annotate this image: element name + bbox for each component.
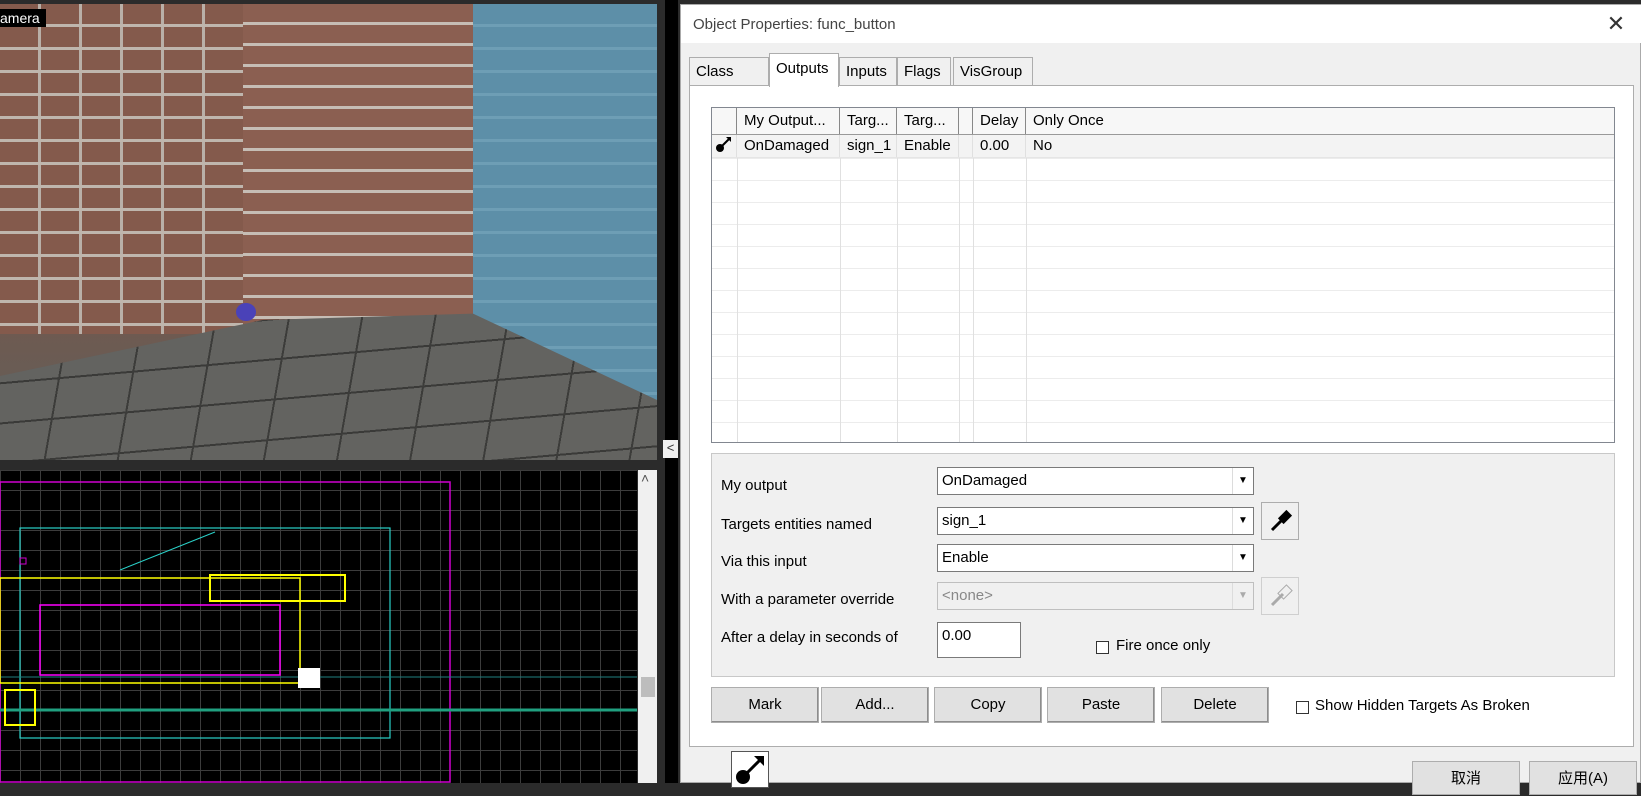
- close-icon[interactable]: ✕: [1603, 11, 1629, 37]
- yellow-brush: [0, 577, 301, 684]
- chevron-down-icon[interactable]: ▼: [1232, 508, 1253, 534]
- camera-label: amera: [0, 9, 46, 27]
- chevron-down-icon[interactable]: ▼: [1232, 545, 1253, 571]
- paste-button[interactable]: Paste: [1047, 687, 1155, 723]
- tab-inputs[interactable]: Inputs: [839, 57, 897, 85]
- column-header-my-output[interactable]: My Output...: [737, 108, 840, 134]
- chevron-left-icon[interactable]: <: [663, 440, 678, 458]
- column-header-parameter[interactable]: [959, 108, 973, 134]
- targets-label: Targets entities named: [721, 516, 872, 533]
- white-entity: [298, 668, 320, 688]
- column-header-target-input[interactable]: Targ...: [897, 108, 959, 134]
- cell-delay: 0.00: [973, 135, 1026, 157]
- cell-output: OnDamaged: [737, 135, 840, 157]
- column-header-delay[interactable]: Delay: [973, 108, 1026, 134]
- target-entity-select[interactable]: sign_1 ▼: [937, 507, 1254, 535]
- title-bar: Object Properties: func_button ✕: [681, 5, 1641, 43]
- param-override-label: With a parameter override: [721, 591, 895, 608]
- cyan-line: [119, 531, 216, 571]
- fire-once-label: Fire once only: [1116, 637, 1211, 654]
- outputs-list-header: My Output... Targ... Targ... Delay Only …: [712, 108, 1614, 136]
- camera-3d-viewport[interactable]: amera: [0, 4, 657, 460]
- delay-input[interactable]: 0.00: [937, 622, 1021, 658]
- chevron-up-icon[interactable]: ˄: [641, 470, 649, 486]
- add-button[interactable]: Add...: [821, 687, 929, 723]
- brick-wall-back: [243, 4, 473, 324]
- top-2d-viewport[interactable]: [0, 470, 637, 783]
- table-row[interactable]: OnDamaged sign_1 Enable 0.00 No: [712, 135, 1614, 158]
- yellow-brush-top: [209, 574, 346, 602]
- column-header-icon[interactable]: [712, 108, 737, 134]
- outputs-list[interactable]: My Output... Targ... Targ... Delay Only …: [711, 107, 1615, 443]
- apply-button[interactable]: 应用(A): [1529, 761, 1637, 795]
- tab-class-info[interactable]: Class Info: [689, 57, 769, 108]
- cell-parameter: [959, 135, 973, 157]
- tab-flags[interactable]: Flags: [897, 57, 951, 85]
- fire-once-checkbox[interactable]: [1096, 641, 1109, 654]
- map-wireframe: [0, 481, 637, 783]
- cell-only-once: No: [1033, 137, 1053, 154]
- delete-button[interactable]: Delete: [1161, 687, 1269, 723]
- output-connection-icon: [712, 135, 737, 157]
- eyedropper-icon: [1270, 509, 1293, 532]
- eyedropper-button[interactable]: [1261, 502, 1299, 540]
- side-viewport-strip: [665, 0, 678, 783]
- tab-visgroup[interactable]: VisGroup: [953, 57, 1033, 85]
- parameter-override-select[interactable]: <none> ▼: [937, 582, 1254, 610]
- my-output-select[interactable]: OnDamaged ▼: [937, 467, 1254, 495]
- empty-rows: [712, 158, 1614, 442]
- mark-button[interactable]: Mark: [711, 687, 819, 723]
- cell-target: sign_1: [840, 135, 897, 157]
- output-connection-icon: [731, 751, 769, 788]
- cell-input: Enable: [897, 135, 959, 157]
- my-output-label: My output: [721, 477, 787, 494]
- chevron-down-icon[interactable]: ▼: [1232, 468, 1253, 494]
- target-input-select[interactable]: Enable ▼: [937, 544, 1254, 572]
- copy-button[interactable]: Copy: [934, 687, 1042, 723]
- chevron-down-icon[interactable]: ▼: [1232, 583, 1253, 609]
- column-header-target[interactable]: Targ...: [840, 108, 897, 134]
- dialog-title: Object Properties: func_button: [693, 16, 896, 33]
- eyedropper-icon: [1270, 584, 1293, 607]
- map-boundary: [0, 481, 451, 783]
- viewport-scrollbar[interactable]: ˄: [638, 470, 657, 783]
- show-hidden-targets-label: Show Hidden Targets As Broken: [1315, 697, 1530, 714]
- room-outline: [19, 527, 391, 739]
- small-magenta-marker: [19, 557, 27, 565]
- object-properties-dialog: Object Properties: func_button ✕ Class I…: [680, 4, 1641, 795]
- delay-label: After a delay in seconds of: [721, 629, 898, 646]
- cancel-button[interactable]: 取消: [1412, 761, 1520, 795]
- brick-wall-left: [0, 4, 243, 334]
- magenta-brush: [39, 604, 281, 676]
- button-entity-model[interactable]: [236, 303, 256, 321]
- eyedropper-button-disabled[interactable]: [1261, 577, 1299, 615]
- column-header-only-once[interactable]: Only Once: [1026, 108, 1614, 134]
- tab-outputs[interactable]: Outputs: [769, 53, 839, 87]
- scrollbar-thumb[interactable]: [641, 677, 655, 697]
- show-hidden-targets-checkbox[interactable]: [1296, 701, 1309, 714]
- via-input-label: Via this input: [721, 553, 807, 570]
